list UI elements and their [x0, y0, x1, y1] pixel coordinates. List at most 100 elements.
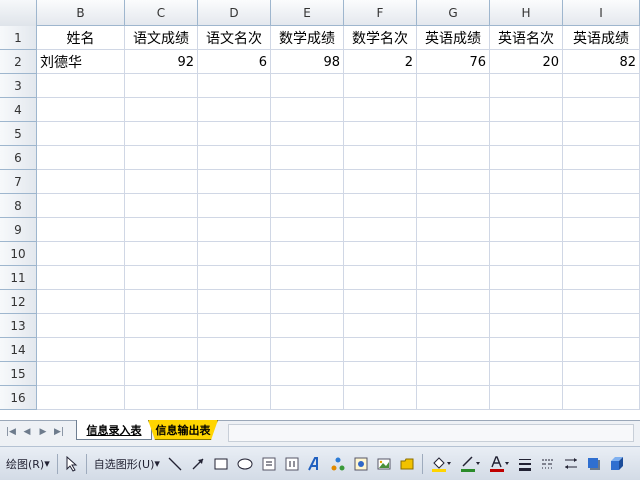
cell[interactable] — [490, 98, 563, 122]
cell[interactable] — [563, 194, 640, 218]
row-header[interactable]: 3 — [0, 74, 37, 98]
cell[interactable] — [344, 386, 417, 410]
cell[interactable] — [37, 266, 125, 290]
cell[interactable] — [490, 314, 563, 338]
insert-folder-icon[interactable] — [397, 453, 417, 475]
autoshapes-menu-button[interactable]: 自选图形(U) ▾ — [92, 453, 162, 475]
cell[interactable] — [198, 386, 271, 410]
cell[interactable] — [37, 338, 125, 362]
column-header-i[interactable]: I — [563, 0, 640, 26]
cell[interactable] — [198, 122, 271, 146]
cell[interactable] — [271, 314, 344, 338]
cell[interactable] — [271, 146, 344, 170]
row-header[interactable]: 7 — [0, 170, 37, 194]
cell[interactable] — [125, 386, 198, 410]
cell[interactable] — [125, 194, 198, 218]
column-header-f[interactable]: F — [344, 0, 417, 26]
row-header[interactable]: 6 — [0, 146, 37, 170]
line-color-icon[interactable] — [457, 453, 483, 475]
cell-g1[interactable]: 英语成绩 — [417, 26, 490, 50]
cell[interactable] — [490, 290, 563, 314]
cell[interactable] — [271, 218, 344, 242]
row-header[interactable]: 5 — [0, 122, 37, 146]
arrow-style-icon[interactable] — [561, 453, 581, 475]
cell[interactable] — [490, 74, 563, 98]
cell[interactable] — [344, 314, 417, 338]
cell[interactable] — [125, 170, 198, 194]
cell[interactable] — [198, 290, 271, 314]
cell[interactable] — [198, 74, 271, 98]
cell[interactable] — [417, 218, 490, 242]
select-objects-icon[interactable] — [63, 453, 81, 475]
wordart-icon[interactable] — [305, 453, 325, 475]
cell-h2[interactable]: 20 — [490, 50, 563, 74]
cell[interactable] — [37, 290, 125, 314]
cell[interactable] — [563, 386, 640, 410]
row-header[interactable]: 12 — [0, 290, 37, 314]
row-header[interactable]: 1 — [0, 26, 37, 50]
cell[interactable] — [490, 122, 563, 146]
cell-e2[interactable]: 98 — [271, 50, 344, 74]
cell[interactable] — [563, 98, 640, 122]
cell[interactable] — [417, 146, 490, 170]
cell[interactable] — [344, 218, 417, 242]
cell[interactable] — [563, 122, 640, 146]
shadow-style-icon[interactable] — [584, 453, 604, 475]
cell[interactable] — [37, 122, 125, 146]
cell[interactable] — [198, 146, 271, 170]
cell[interactable] — [125, 98, 198, 122]
cell[interactable] — [563, 170, 640, 194]
row-header[interactable]: 14 — [0, 338, 37, 362]
horizontal-scrollbar[interactable] — [228, 424, 634, 442]
cell[interactable] — [490, 266, 563, 290]
draw-menu-button[interactable]: 绘图(R) ▾ — [4, 453, 52, 475]
row-header[interactable]: 13 — [0, 314, 37, 338]
cell[interactable] — [37, 362, 125, 386]
cell[interactable] — [417, 170, 490, 194]
cell[interactable] — [344, 242, 417, 266]
tab-sheet-input[interactable]: 信息录入表 — [76, 420, 152, 440]
column-header-h[interactable]: H — [490, 0, 563, 26]
prev-sheet-icon[interactable]: ◀ — [20, 425, 34, 439]
cell[interactable] — [198, 194, 271, 218]
cell[interactable] — [344, 194, 417, 218]
insert-picture-icon[interactable] — [374, 453, 394, 475]
cell[interactable] — [344, 74, 417, 98]
cell[interactable] — [271, 170, 344, 194]
cell[interactable] — [37, 194, 125, 218]
cell[interactable] — [37, 170, 125, 194]
cell[interactable] — [125, 122, 198, 146]
cell[interactable] — [271, 386, 344, 410]
column-header-d[interactable]: D — [198, 0, 271, 26]
row-header[interactable]: 2 — [0, 50, 37, 74]
column-header-g[interactable]: G — [417, 0, 490, 26]
cell[interactable] — [198, 218, 271, 242]
cell[interactable] — [417, 122, 490, 146]
diagram-icon[interactable] — [328, 453, 348, 475]
cell-c1[interactable]: 语文成绩 — [125, 26, 198, 50]
cell[interactable] — [198, 98, 271, 122]
cell[interactable] — [344, 338, 417, 362]
cell[interactable] — [490, 338, 563, 362]
cell-b1[interactable]: 姓名 — [37, 26, 125, 50]
cell[interactable] — [37, 146, 125, 170]
cell[interactable] — [271, 98, 344, 122]
cell[interactable] — [125, 146, 198, 170]
3d-style-icon[interactable] — [607, 453, 627, 475]
cell[interactable] — [490, 146, 563, 170]
cell[interactable] — [344, 122, 417, 146]
cell[interactable] — [563, 146, 640, 170]
cell[interactable] — [125, 290, 198, 314]
first-sheet-icon[interactable]: |◀ — [4, 425, 18, 439]
cell[interactable] — [37, 386, 125, 410]
cell[interactable] — [417, 242, 490, 266]
cell-g2[interactable]: 76 — [417, 50, 490, 74]
dash-style-icon[interactable] — [538, 453, 558, 475]
cell[interactable] — [344, 290, 417, 314]
cell[interactable] — [271, 242, 344, 266]
cell-d2[interactable]: 6 — [198, 50, 271, 74]
font-color-icon[interactable] — [486, 453, 512, 475]
cell[interactable] — [563, 314, 640, 338]
last-sheet-icon[interactable]: ▶| — [52, 425, 66, 439]
textbox-tool-icon[interactable] — [259, 453, 279, 475]
